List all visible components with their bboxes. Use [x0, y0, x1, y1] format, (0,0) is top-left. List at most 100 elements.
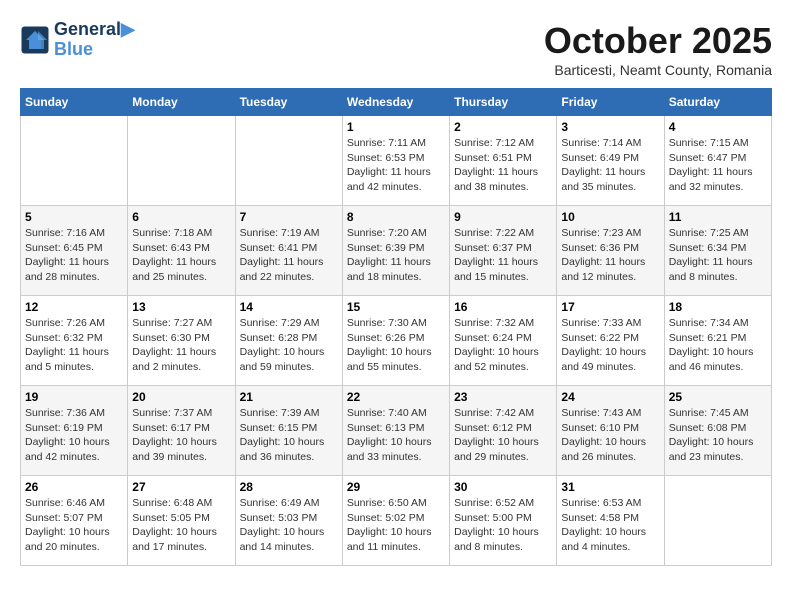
day-info: Sunrise: 7:29 AMSunset: 6:28 PMDaylight:…: [240, 316, 338, 375]
day-number: 28: [240, 480, 338, 494]
calendar-week-row: 19 Sunrise: 7:36 AMSunset: 6:19 PMDayligh…: [21, 386, 772, 476]
calendar-day-cell: 7 Sunrise: 7:19 AMSunset: 6:41 PMDaylight…: [235, 206, 342, 296]
column-header-friday: Friday: [557, 89, 664, 116]
day-number: 5: [25, 210, 123, 224]
day-info: Sunrise: 6:53 AMSunset: 4:58 PMDaylight:…: [561, 496, 659, 555]
calendar-day-cell: 9 Sunrise: 7:22 AMSunset: 6:37 PMDaylight…: [450, 206, 557, 296]
location-subtitle: Barticesti, Neamt County, Romania: [544, 62, 772, 78]
column-header-thursday: Thursday: [450, 89, 557, 116]
day-number: 22: [347, 390, 445, 404]
logo-icon: [20, 25, 50, 55]
calendar-day-cell: 22Sunrise: 7:40 AMSunset: 6:13 PMDayligh…: [342, 386, 449, 476]
calendar-day-cell: 24 Sunrise: 7:43 AMSunset: 6:10 PMDayligh…: [557, 386, 664, 476]
day-number: 18: [669, 300, 767, 314]
calendar-day-cell: [128, 116, 235, 206]
calendar-day-cell: 13 Sunrise: 7:27 AMSunset: 6:30 PMDayligh…: [128, 296, 235, 386]
day-info: Sunrise: 7:18 AMSunset: 6:43 PMDaylight:…: [132, 226, 230, 285]
calendar-day-cell: [664, 476, 771, 566]
calendar-day-cell: [235, 116, 342, 206]
day-info: Sunrise: 6:48 AMSunset: 5:05 PMDaylight:…: [132, 496, 230, 555]
day-info: Sunrise: 7:33 AMSunset: 6:22 PMDaylight:…: [561, 316, 659, 375]
day-info: Sunrise: 7:42 AMSunset: 6:12 PMDaylight:…: [454, 406, 552, 465]
calendar-day-cell: 11Sunrise: 7:25 AMSunset: 6:34 PMDayligh…: [664, 206, 771, 296]
day-info: Sunrise: 6:50 AMSunset: 5:02 PMDaylight:…: [347, 496, 445, 555]
day-info: Sunrise: 7:30 AMSunset: 6:26 PMDaylight:…: [347, 316, 445, 375]
column-header-sunday: Sunday: [21, 89, 128, 116]
calendar-day-cell: 27 Sunrise: 6:48 AMSunset: 5:05 PMDayligh…: [128, 476, 235, 566]
day-number: 29: [347, 480, 445, 494]
day-info: Sunrise: 7:19 AMSunset: 6:41 PMDaylight:…: [240, 226, 338, 285]
day-info: Sunrise: 7:37 AMSunset: 6:17 PMDaylight:…: [132, 406, 230, 465]
day-number: 3: [561, 120, 659, 134]
day-number: 19: [25, 390, 123, 404]
calendar-day-cell: 21 Sunrise: 7:39 AMSunset: 6:15 PMDayligh…: [235, 386, 342, 476]
day-number: 24: [561, 390, 659, 404]
day-number: 21: [240, 390, 338, 404]
calendar-day-cell: 18 Sunrise: 7:34 AMSunset: 6:21 PMDayligh…: [664, 296, 771, 386]
calendar-day-cell: 30 Sunrise: 6:52 AMSunset: 5:00 PMDayligh…: [450, 476, 557, 566]
page-header: General▶ Blue October 2025 Barticesti, N…: [20, 20, 772, 78]
calendar-day-cell: 14 Sunrise: 7:29 AMSunset: 6:28 PMDayligh…: [235, 296, 342, 386]
day-number: 20: [132, 390, 230, 404]
day-info: Sunrise: 6:49 AMSunset: 5:03 PMDaylight:…: [240, 496, 338, 555]
calendar-day-cell: 3 Sunrise: 7:14 AMSunset: 6:49 PMDaylight…: [557, 116, 664, 206]
day-number: 16: [454, 300, 552, 314]
calendar-day-cell: 23 Sunrise: 7:42 AMSunset: 6:12 PMDayligh…: [450, 386, 557, 476]
calendar-day-cell: 6 Sunrise: 7:18 AMSunset: 6:43 PMDaylight…: [128, 206, 235, 296]
calendar-day-cell: 28 Sunrise: 6:49 AMSunset: 5:03 PMDayligh…: [235, 476, 342, 566]
day-info: Sunrise: 6:52 AMSunset: 5:00 PMDaylight:…: [454, 496, 552, 555]
day-number: 7: [240, 210, 338, 224]
day-number: 9: [454, 210, 552, 224]
calendar-day-cell: 5 Sunrise: 7:16 AMSunset: 6:45 PMDaylight…: [21, 206, 128, 296]
day-info: Sunrise: 7:32 AMSunset: 6:24 PMDaylight:…: [454, 316, 552, 375]
month-title: October 2025: [544, 20, 772, 62]
day-info: Sunrise: 7:22 AMSunset: 6:37 PMDaylight:…: [454, 226, 552, 285]
calendar-week-row: 5 Sunrise: 7:16 AMSunset: 6:45 PMDaylight…: [21, 206, 772, 296]
day-number: 14: [240, 300, 338, 314]
day-info: Sunrise: 7:14 AMSunset: 6:49 PMDaylight:…: [561, 136, 659, 195]
day-info: Sunrise: 6:46 AMSunset: 5:07 PMDaylight:…: [25, 496, 123, 555]
day-info: Sunrise: 7:20 AMSunset: 6:39 PMDaylight:…: [347, 226, 445, 285]
day-number: 23: [454, 390, 552, 404]
day-number: 10: [561, 210, 659, 224]
day-info: Sunrise: 7:36 AMSunset: 6:19 PMDaylight:…: [25, 406, 123, 465]
calendar-header-row: SundayMondayTuesdayWednesdayThursdayFrid…: [21, 89, 772, 116]
day-info: Sunrise: 7:16 AMSunset: 6:45 PMDaylight:…: [25, 226, 123, 285]
day-number: 31: [561, 480, 659, 494]
calendar-day-cell: 31 Sunrise: 6:53 AMSunset: 4:58 PMDayligh…: [557, 476, 664, 566]
day-info: Sunrise: 7:34 AMSunset: 6:21 PMDaylight:…: [669, 316, 767, 375]
day-number: 13: [132, 300, 230, 314]
logo-text: General▶ Blue: [54, 20, 135, 60]
calendar-day-cell: 2Sunrise: 7:12 AMSunset: 6:51 PMDaylight…: [450, 116, 557, 206]
day-number: 6: [132, 210, 230, 224]
calendar-table: SundayMondayTuesdayWednesdayThursdayFrid…: [20, 88, 772, 566]
day-info: Sunrise: 7:25 AMSunset: 6:34 PMDaylight:…: [669, 226, 767, 285]
calendar-day-cell: 1Sunrise: 7:11 AMSunset: 6:53 PMDaylight…: [342, 116, 449, 206]
calendar-week-row: 1Sunrise: 7:11 AMSunset: 6:53 PMDaylight…: [21, 116, 772, 206]
column-header-saturday: Saturday: [664, 89, 771, 116]
day-number: 30: [454, 480, 552, 494]
calendar-day-cell: [21, 116, 128, 206]
calendar-day-cell: 17Sunrise: 7:33 AMSunset: 6:22 PMDayligh…: [557, 296, 664, 386]
day-info: Sunrise: 7:11 AMSunset: 6:53 PMDaylight:…: [347, 136, 445, 195]
day-info: Sunrise: 7:39 AMSunset: 6:15 PMDaylight:…: [240, 406, 338, 465]
day-info: Sunrise: 7:45 AMSunset: 6:08 PMDaylight:…: [669, 406, 767, 465]
day-number: 15: [347, 300, 445, 314]
calendar-day-cell: 20 Sunrise: 7:37 AMSunset: 6:17 PMDayligh…: [128, 386, 235, 476]
calendar-day-cell: 15 Sunrise: 7:30 AMSunset: 6:26 PMDayligh…: [342, 296, 449, 386]
day-info: Sunrise: 7:26 AMSunset: 6:32 PMDaylight:…: [25, 316, 123, 375]
day-number: 25: [669, 390, 767, 404]
calendar-day-cell: 10Sunrise: 7:23 AMSunset: 6:36 PMDayligh…: [557, 206, 664, 296]
calendar-week-row: 26Sunrise: 6:46 AMSunset: 5:07 PMDayligh…: [21, 476, 772, 566]
calendar-day-cell: 16 Sunrise: 7:32 AMSunset: 6:24 PMDayligh…: [450, 296, 557, 386]
day-info: Sunrise: 7:27 AMSunset: 6:30 PMDaylight:…: [132, 316, 230, 375]
day-number: 2: [454, 120, 552, 134]
logo: General▶ Blue: [20, 20, 135, 60]
day-info: Sunrise: 7:43 AMSunset: 6:10 PMDaylight:…: [561, 406, 659, 465]
calendar-day-cell: 25 Sunrise: 7:45 AMSunset: 6:08 PMDayligh…: [664, 386, 771, 476]
day-number: 27: [132, 480, 230, 494]
calendar-day-cell: 19 Sunrise: 7:36 AMSunset: 6:19 PMDayligh…: [21, 386, 128, 476]
column-header-tuesday: Tuesday: [235, 89, 342, 116]
day-number: 4: [669, 120, 767, 134]
column-header-monday: Monday: [128, 89, 235, 116]
